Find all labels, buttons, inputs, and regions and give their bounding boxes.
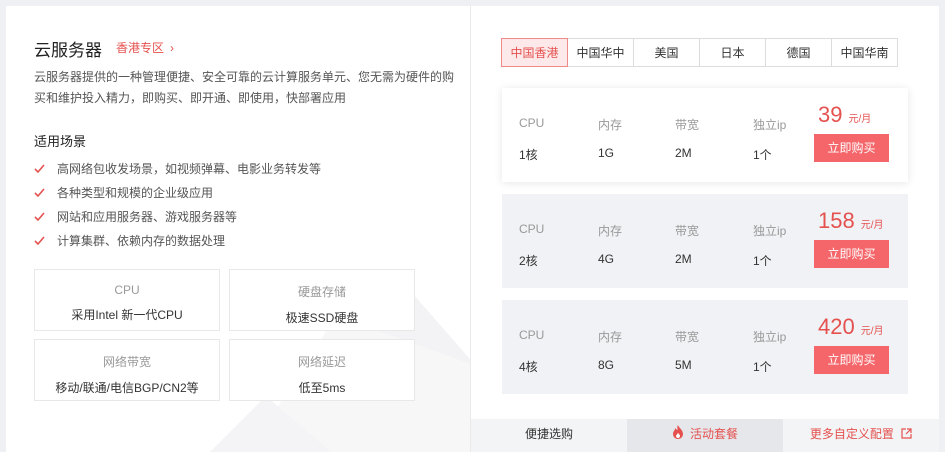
price-amount: 158 <box>818 208 855 233</box>
scenarios-title: 适用场景 <box>34 134 87 149</box>
spec-label-ip: 独立ip <box>753 330 787 344</box>
quick-select-tab[interactable]: 便捷选购 <box>471 419 627 452</box>
plan-card-standard: CPU 内存 带宽 独立ip 2核 4G 2M 1个 158 元/月 立即购买 <box>502 194 908 288</box>
tab-south-china[interactable]: 中国华南 <box>831 38 898 67</box>
spec-label-memory: 内存 <box>598 224 623 238</box>
price-unit: 元/月 <box>860 220 884 231</box>
quick-select-label: 便捷选购 <box>524 427 573 441</box>
price-unit: 元/月 <box>860 326 884 337</box>
region-tabs: 中国香港 中国华中 美国 日本 德国 中国华南 <box>501 38 898 67</box>
promo-label: 活动套餐 <box>689 427 738 441</box>
feature-value: 低至5ms <box>298 381 346 395</box>
region-link-label: 香港专区 <box>116 41 165 55</box>
price-amount: 39 <box>818 102 843 127</box>
plan-price: 39 元/月 <box>818 102 871 128</box>
spec-label-bandwidth: 带宽 <box>675 330 700 344</box>
spec-value-bandwidth: 2M <box>675 252 692 266</box>
custom-config-link[interactable]: 更多自定义配置 <box>783 419 939 452</box>
spec-label-cpu: CPU <box>519 116 545 130</box>
spec-value-cpu: 2核 <box>519 254 538 268</box>
price-amount: 420 <box>818 314 855 339</box>
check-icon <box>34 164 45 174</box>
buy-now-button[interactable]: 立即购买 <box>814 134 889 162</box>
spec-label-memory: 内存 <box>598 330 623 344</box>
tab-japan[interactable]: 日本 <box>699 38 766 67</box>
buy-now-button[interactable]: 立即购买 <box>814 240 889 268</box>
spec-label-bandwidth: 带宽 <box>675 224 700 238</box>
custom-config-label: 更多自定义配置 <box>809 427 894 441</box>
spec-value-ip: 1个 <box>753 360 772 374</box>
scenario-text: 网站和应用服务器、游戏服务器等 <box>57 210 238 224</box>
spec-value-cpu: 4核 <box>519 360 538 374</box>
feature-box-storage: 硬盘存储 极速SSD硬盘 <box>229 269 415 331</box>
feature-value: 采用Intel 新一代CPU <box>71 308 183 322</box>
bottom-bar: 便捷选购 活动套餐 更多自定义配置 <box>471 419 939 452</box>
tab-central-china[interactable]: 中国华中 <box>567 38 634 67</box>
tab-germany[interactable]: 德国 <box>765 38 832 67</box>
spec-label-bandwidth: 带宽 <box>675 118 700 132</box>
check-icon <box>34 236 45 246</box>
plan-price: 158 元/月 <box>818 208 884 234</box>
spec-value-bandwidth: 2M <box>675 146 692 160</box>
feature-label: 网络延迟 <box>297 355 346 369</box>
feature-box-cpu: CPU 采用Intel 新一代CPU <box>34 269 220 331</box>
product-description: 云服务器提供的一种管理便捷、安全可靠的云计算服务单元、您无需为硬件的购买和维护投… <box>34 70 455 105</box>
list-item: 计算集群、依赖内存的数据处理 <box>34 229 321 253</box>
plan-card-basic: CPU 内存 带宽 独立ip 1核 1G 2M 1个 39 元/月 立即购买 <box>502 88 908 182</box>
list-item: 高网络包收发场景，如视频弹幕、电影业务转发等 <box>34 157 321 181</box>
scenarios-list: 高网络包收发场景，如视频弹幕、电影业务转发等 各种类型和规模的企业级应用 网站和… <box>34 157 321 253</box>
spec-value-memory: 1G <box>598 146 615 160</box>
feature-box-latency: 网络延迟 低至5ms <box>229 339 415 401</box>
spec-label-memory: 内存 <box>598 118 623 132</box>
list-item: 网站和应用服务器、游戏服务器等 <box>34 205 321 229</box>
spec-value-ip: 1个 <box>753 148 772 162</box>
plan-price: 420 元/月 <box>818 314 884 340</box>
feature-value: 极速SSD硬盘 <box>285 311 359 325</box>
spec-value-memory: 4G <box>598 252 615 266</box>
promo-packages-tab[interactable]: 活动套餐 <box>627 419 783 452</box>
spec-label-ip: 独立ip <box>753 118 787 132</box>
check-icon <box>34 212 45 222</box>
fire-icon <box>672 420 684 450</box>
scenario-text: 计算集群、依赖内存的数据处理 <box>57 234 226 248</box>
feature-box-bandwidth: 网络带宽 移动/联通/电信BGP/CN2等 <box>34 339 220 401</box>
scenario-text: 高网络包收发场景，如视频弹幕、电影业务转发等 <box>57 162 322 176</box>
plan-card-advanced: CPU 内存 带宽 独立ip 4核 8G 5M 1个 420 元/月 立即购买 <box>502 300 908 394</box>
spec-label-cpu: CPU <box>519 328 545 342</box>
tab-usa[interactable]: 美国 <box>633 38 700 67</box>
spec-value-bandwidth: 5M <box>675 358 692 372</box>
list-item: 各种类型和规模的企业级应用 <box>34 181 321 205</box>
hong-kong-zone-link[interactable]: 香港专区 › <box>116 39 174 56</box>
chevron-right-icon: › <box>170 41 175 55</box>
external-link-icon <box>901 420 912 450</box>
spec-label-ip: 独立ip <box>753 224 787 238</box>
spec-value-cpu: 1核 <box>519 148 538 162</box>
spec-value-ip: 1个 <box>753 254 772 268</box>
product-info-panel: 云服务器 香港专区 › 云服务器提供的一种管理便捷、安全可靠的云计算服务单元、您无… <box>6 6 470 452</box>
feature-label: 网络带宽 <box>102 355 151 369</box>
feature-label: CPU <box>114 283 140 297</box>
price-unit: 元/月 <box>848 114 872 125</box>
panel-divider <box>470 6 471 452</box>
tab-hong-kong[interactable]: 中国香港 <box>501 38 568 67</box>
product-title: 云服务器 <box>34 41 102 60</box>
product-card: 云服务器 香港专区 › 云服务器提供的一种管理便捷、安全可靠的云计算服务单元、您无… <box>6 6 939 452</box>
scenario-text: 各种类型和规模的企业级应用 <box>57 186 214 200</box>
feature-value: 移动/联通/电信BGP/CN2等 <box>55 381 199 395</box>
buy-now-button[interactable]: 立即购买 <box>814 346 889 374</box>
spec-value-memory: 8G <box>598 358 615 372</box>
feature-label: 硬盘存储 <box>297 285 346 299</box>
spec-label-cpu: CPU <box>519 222 545 236</box>
check-icon <box>34 188 45 198</box>
